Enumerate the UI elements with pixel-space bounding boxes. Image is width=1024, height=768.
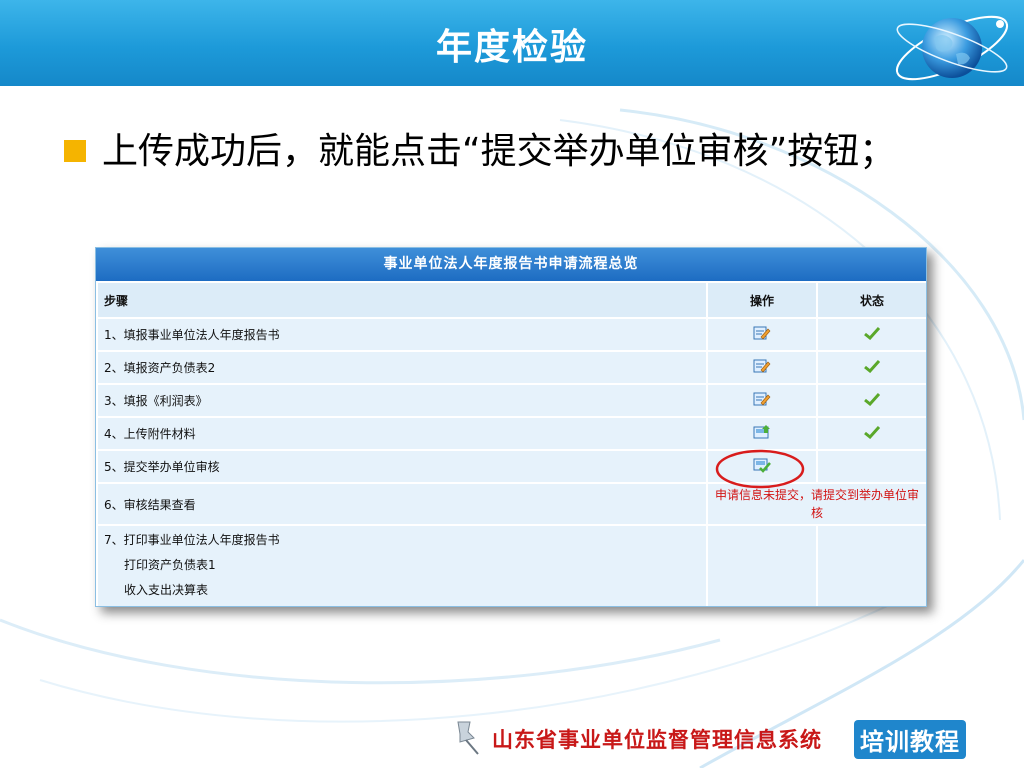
status-cell	[816, 524, 926, 606]
table-header-row: 步骤 操作 状态	[96, 281, 926, 319]
pushpin-icon	[457, 721, 479, 755]
edit-form-icon[interactable]	[753, 358, 771, 374]
action-cell	[706, 416, 818, 451]
action-cell	[706, 524, 818, 606]
step-label: 3、填报《利润表》	[96, 383, 708, 418]
bullet-square-icon	[64, 140, 86, 162]
status-note: 申请信息未提交，请提交到举办单位审核	[714, 488, 919, 520]
step-label: 7、打印事业单位法人年度报告书	[104, 533, 280, 547]
edit-form-icon[interactable]	[753, 325, 771, 341]
slide-title: 年度检验	[435, 27, 588, 68]
print-balance-sheet-label: 打印资产负债表1	[124, 558, 216, 572]
step-label: 1、填报事业单位法人年度报告书	[96, 317, 708, 352]
status-cell	[816, 350, 926, 385]
status-cell	[816, 317, 926, 352]
income-expense-statement-label: 收入支出决算表	[124, 583, 209, 597]
panel-title: 事业单位法人年度报告书申请流程总览	[96, 248, 926, 281]
column-header-step: 步骤	[96, 281, 708, 319]
footer-badge: 培训教程	[854, 720, 966, 759]
column-header-status: 状态	[816, 281, 926, 319]
action-cell	[706, 383, 818, 418]
step-label: 4、上传附件材料	[96, 416, 708, 451]
check-icon	[864, 392, 881, 407]
step-label: 2、填报资产负债表2	[96, 350, 708, 385]
check-icon	[864, 359, 881, 374]
action-cell	[706, 317, 818, 352]
bullet-text: 上传成功后，就能点击“提交举办单位审核”按钮；	[102, 131, 896, 172]
globe-logo-icon	[895, 15, 1009, 81]
check-icon	[864, 425, 881, 440]
table-row: 7、打印事业单位法人年度报告书 打印资产负债表1 收入支出决算表	[96, 524, 926, 606]
status-cell	[816, 383, 926, 418]
status-cell	[816, 416, 926, 451]
step-cell: 7、打印事业单位法人年度报告书 打印资产负债表1 收入支出决算表	[96, 524, 708, 606]
highlight-circle	[715, 449, 805, 489]
check-icon	[864, 326, 881, 341]
upload-icon[interactable]	[753, 424, 771, 440]
footer: 山东省事业单位监督管理信息系统 培训教程	[452, 718, 972, 759]
status-cell	[816, 449, 926, 484]
slide-header: 年度检验	[0, 0, 1024, 86]
table-row: 3、填报《利润表》	[96, 383, 926, 418]
footer-system-name: 山东省事业单位监督管理信息系统	[492, 728, 822, 752]
application-flow-panel: 事业单位法人年度报告书申请流程总览 步骤 操作 状态 1、填报事业单位法人年度报…	[95, 247, 927, 607]
table-row: 1、填报事业单位法人年度报告书	[96, 317, 926, 352]
step-label: 6、审核结果查看	[96, 482, 708, 526]
table-row: 4、上传附件材料	[96, 416, 926, 451]
table-row: 2、填报资产负债表2	[96, 350, 926, 385]
flow-table: 步骤 操作 状态 1、填报事业单位法人年度报告书 2、填报资产负债表2 3、填报…	[96, 281, 926, 606]
action-cell	[706, 350, 818, 385]
column-header-action: 操作	[706, 281, 818, 319]
step-label: 5、提交举办单位审核	[96, 449, 708, 484]
edit-form-icon[interactable]	[753, 391, 771, 407]
